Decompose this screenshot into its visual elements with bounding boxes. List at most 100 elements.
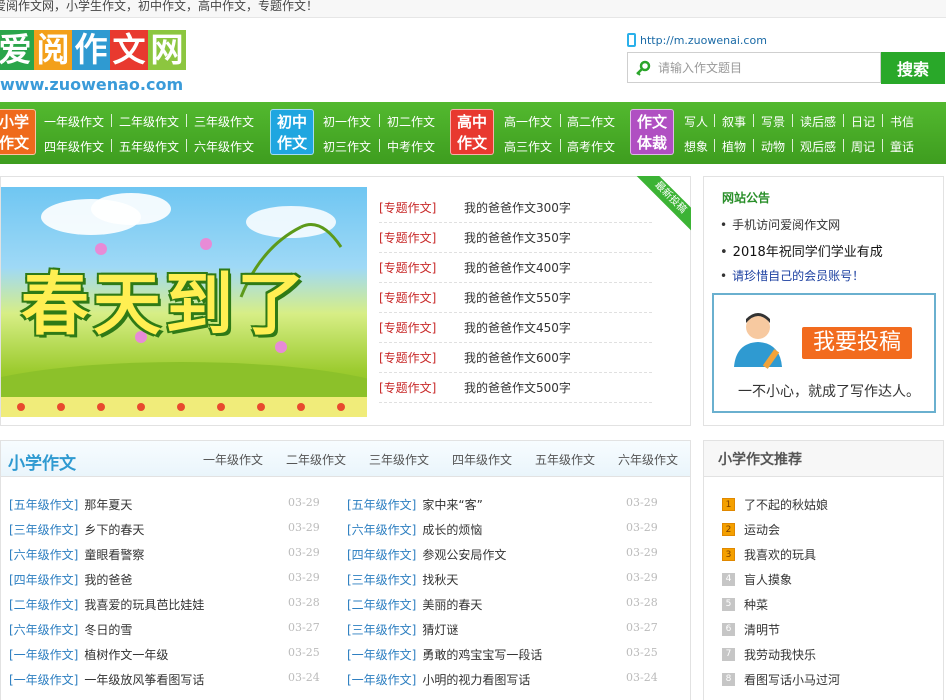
- topic-title[interactable]: 我的爸爸作文550字: [464, 289, 571, 306]
- list-item[interactable]: [二年级作文] 美丽的春天: [347, 596, 482, 613]
- tab-grade6[interactable]: 六年级作文: [618, 451, 678, 468]
- topic-title[interactable]: 我的爸爸作文400字: [464, 259, 571, 276]
- notice-item[interactable]: 手机访问爱阅作文网: [720, 216, 840, 233]
- search-input[interactable]: [658, 58, 873, 78]
- recommend-item[interactable]: 5 种菜: [722, 596, 768, 613]
- list-item[interactable]: [一年级作文] 小明的视力看图写话: [347, 671, 530, 688]
- list-item[interactable]: [专题作文] 我的爸爸作文350字: [379, 223, 652, 253]
- nav-link-grade5[interactable]: 五年级作文: [119, 138, 179, 155]
- list-item[interactable]: [专题作文] 我的爸爸作文400字: [379, 253, 652, 283]
- tab-grade1[interactable]: 一年级作文: [203, 451, 263, 468]
- nav-link-genre[interactable]: 叙事: [722, 113, 746, 130]
- nav-link-junior3[interactable]: 初三作文: [323, 138, 371, 155]
- nav-badge-middle[interactable]: 初中 作文: [270, 109, 314, 155]
- recommend-item[interactable]: 3 我喜欢的玩具: [722, 546, 816, 563]
- tab-grade5[interactable]: 五年级作文: [535, 451, 595, 468]
- nav-link-senior1[interactable]: 高一作文: [504, 113, 552, 130]
- list-item[interactable]: [四年级作文] 参观公安局作文: [347, 546, 506, 563]
- list-item[interactable]: [专题作文] 我的爸爸作文450字: [379, 313, 652, 343]
- date: 03-24: [288, 671, 320, 684]
- list-item[interactable]: [四年级作文] 我的爸爸: [9, 571, 132, 588]
- topic-tag[interactable]: [专题作文]: [379, 199, 464, 216]
- date: 03-25: [288, 646, 320, 659]
- site-slogan: 爱阅作文网，小学生作文，初中作文，高中作文，专题作文！: [0, 0, 319, 13]
- topic-tag[interactable]: [专题作文]: [379, 379, 464, 396]
- notice-item[interactable]: 请珍惜自己的会员账号！: [720, 267, 864, 284]
- topic-tag[interactable]: [专题作文]: [379, 349, 464, 366]
- nav-link-grade6[interactable]: 六年级作文: [194, 138, 254, 155]
- nav-link-grade3[interactable]: 三年级作文: [194, 113, 254, 130]
- nav-link-genre[interactable]: 写景: [761, 113, 785, 130]
- rank-badge: 5: [722, 598, 735, 611]
- topic-title[interactable]: 我的爸爸作文300字: [464, 199, 571, 216]
- list-item[interactable]: [五年级作文] 那年夏天: [9, 496, 132, 513]
- topic-title[interactable]: 我的爸爸作文350字: [464, 229, 571, 246]
- nav-link-genre[interactable]: 植物: [722, 138, 746, 155]
- nav-link-genre[interactable]: 童话: [890, 138, 914, 155]
- nav-link-zhongkao[interactable]: 中考作文: [387, 138, 435, 155]
- search-button[interactable]: 搜索: [881, 52, 945, 84]
- notice-item[interactable]: 2018年祝同学们学业有成: [720, 241, 883, 260]
- nav-badge-high[interactable]: 高中 作文: [450, 109, 494, 155]
- nav-badge-primary[interactable]: 小学 作文: [0, 109, 36, 155]
- nav-link-gaokao[interactable]: 高考作文: [567, 138, 615, 155]
- nav-link-genre[interactable]: 写人: [684, 113, 708, 130]
- recommend-item[interactable]: 8 看图写话小马过河: [722, 671, 840, 688]
- recommend-item[interactable]: 7 我劳动我快乐: [722, 646, 816, 663]
- recommend-item[interactable]: 2 运动会: [722, 521, 780, 538]
- nav-badge-genre[interactable]: 作文 体裁: [630, 109, 674, 155]
- contribute-button[interactable]: 我要投稿: [802, 327, 912, 359]
- date: 03-27: [626, 621, 658, 634]
- list-item[interactable]: [五年级作文] 家中来“客”: [347, 496, 483, 513]
- list-item[interactable]: [三年级作文] 找秋天: [347, 571, 458, 588]
- nav-link-grade4[interactable]: 四年级作文: [44, 138, 104, 155]
- tab-grade2[interactable]: 二年级作文: [286, 451, 346, 468]
- spring-banner-image[interactable]: 春天到了: [1, 187, 367, 417]
- nav-link-junior1[interactable]: 初一作文: [323, 113, 371, 130]
- tab-grade4[interactable]: 四年级作文: [452, 451, 512, 468]
- nav-link-genre[interactable]: 周记: [851, 138, 875, 155]
- list-item[interactable]: [六年级作文] 成长的烦恼: [347, 521, 482, 538]
- logo-char: 阅: [34, 30, 72, 70]
- nav-link-genre[interactable]: 书信: [890, 113, 914, 130]
- topic-tag[interactable]: [专题作文]: [379, 259, 464, 276]
- nav-link-grade2[interactable]: 二年级作文: [119, 113, 179, 130]
- topic-tag[interactable]: [专题作文]: [379, 319, 464, 336]
- topic-tag[interactable]: [专题作文]: [379, 289, 464, 306]
- nav-link-genre[interactable]: 想象: [684, 138, 708, 155]
- nav-link-grade1[interactable]: 一年级作文: [44, 113, 104, 130]
- list-item[interactable]: [三年级作文] 乡下的春天: [9, 521, 144, 538]
- list-item[interactable]: [专题作文] 我的爸爸作文550字: [379, 283, 652, 313]
- nav-link-senior3[interactable]: 高三作文: [504, 138, 552, 155]
- recommend-item[interactable]: 4 盲人摸象: [722, 571, 792, 588]
- list-item[interactable]: [一年级作文] 植树作文一年级: [9, 646, 168, 663]
- list-item[interactable]: [专题作文] 我的爸爸作文500字: [379, 373, 652, 403]
- topic-title[interactable]: 我的爸爸作文600字: [464, 349, 571, 366]
- notice-title: 网站公告: [722, 191, 771, 205]
- site-logo[interactable]: 爱 阅 作 文 网 www.zuowenao.com: [0, 30, 196, 98]
- list-item[interactable]: [一年级作文] 一年级放风筝看图写话: [9, 671, 204, 688]
- nav-separator: [843, 139, 844, 152]
- nav-link-junior2[interactable]: 初二作文: [387, 113, 435, 130]
- nav-link-genre[interactable]: 读后感: [800, 113, 836, 130]
- list-item[interactable]: [专题作文] 我的爸爸作文300字: [379, 193, 652, 223]
- mobile-site-link[interactable]: http://m.zuowenai.com: [627, 33, 767, 47]
- tab-grade3[interactable]: 三年级作文: [369, 451, 429, 468]
- date: 03-29: [288, 571, 320, 584]
- nav-link-genre[interactable]: 观后感: [800, 138, 836, 155]
- list-item[interactable]: [二年级作文] 我喜爱的玩具芭比娃娃: [9, 596, 204, 613]
- list-item[interactable]: [三年级作文] 猜灯谜: [347, 621, 458, 638]
- list-item[interactable]: [六年级作文] 冬日的雪: [9, 621, 132, 638]
- list-item[interactable]: [一年级作文] 勇敢的鸡宝宝写一段话: [347, 646, 542, 663]
- contribute-card[interactable]: 我要投稿 一不小心，就成了写作达人。: [712, 293, 936, 413]
- topic-title[interactable]: 我的爸爸作文450字: [464, 319, 571, 336]
- list-item[interactable]: [六年级作文] 童眼看警察: [9, 546, 144, 563]
- recommend-item[interactable]: 1 了不起的秋姑娘: [722, 496, 828, 513]
- topic-title[interactable]: 我的爸爸作文500字: [464, 379, 571, 396]
- nav-link-genre[interactable]: 日记: [851, 113, 875, 130]
- nav-link-genre[interactable]: 动物: [761, 138, 785, 155]
- nav-link-senior2[interactable]: 高二作文: [567, 113, 615, 130]
- topic-tag[interactable]: [专题作文]: [379, 229, 464, 246]
- list-item[interactable]: [专题作文] 我的爸爸作文600字: [379, 343, 652, 373]
- recommend-item[interactable]: 6 清明节: [722, 621, 780, 638]
